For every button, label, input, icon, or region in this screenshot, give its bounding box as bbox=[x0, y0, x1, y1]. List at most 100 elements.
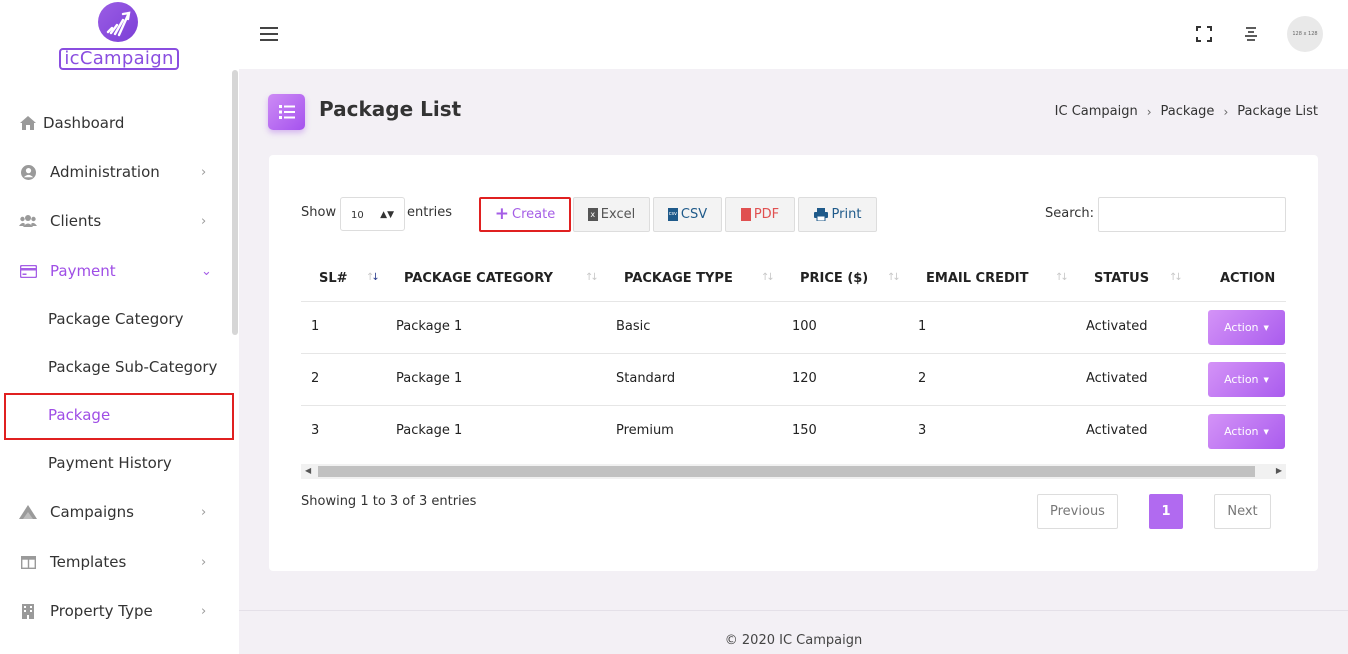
page-1-button[interactable]: 1 bbox=[1149, 494, 1183, 529]
print-button[interactable]: Print bbox=[798, 197, 877, 232]
breadcrumb: IC Campaign › Package › Package List bbox=[1055, 104, 1318, 119]
sidebar-item-label: Payment History bbox=[48, 454, 172, 472]
cell-sl: 2 bbox=[311, 371, 320, 386]
sort-icon[interactable]: ↑↓ bbox=[761, 272, 775, 283]
excel-button[interactable]: x Excel bbox=[573, 197, 650, 232]
cell-price: 150 bbox=[792, 423, 817, 438]
row-divider bbox=[301, 353, 1286, 354]
cell-sl: 1 bbox=[311, 319, 320, 334]
sidebar-item-administration[interactable]: Administration › bbox=[0, 152, 232, 192]
action-dropdown-button[interactable]: Action ▼ bbox=[1208, 362, 1285, 397]
logo-graph-icon bbox=[98, 2, 138, 42]
sidebar-item-property-type[interactable]: Property Type › bbox=[0, 591, 232, 631]
sidebar-item-package-sub-category[interactable]: Package Sub-Category bbox=[0, 347, 232, 387]
caret-down-icon: ▼ bbox=[1263, 375, 1269, 384]
breadcrumb-current: Package List bbox=[1237, 104, 1318, 119]
action-dropdown-button[interactable]: Action ▼ bbox=[1208, 414, 1285, 449]
sidebar-item-label: Clients bbox=[50, 212, 102, 230]
sidebar-item-payment[interactable]: Payment ⌄ bbox=[0, 251, 232, 291]
sidebar: icCampaign Dashboard Administration › Cl… bbox=[0, 0, 239, 654]
cell-price: 100 bbox=[792, 319, 817, 334]
sidebar-item-package-category[interactable]: Package Category bbox=[0, 299, 232, 339]
sort-icon[interactable]: ↑↓ bbox=[585, 272, 599, 283]
breadcrumb-home-link[interactable]: IC Campaign bbox=[1055, 104, 1138, 119]
chevron-right-icon: › bbox=[201, 603, 207, 619]
cell-price: 120 bbox=[792, 371, 817, 386]
column-header-status[interactable]: STATUS bbox=[1094, 271, 1149, 286]
cell-category: Package 1 bbox=[396, 423, 463, 438]
column-header-sl[interactable]: SL# bbox=[319, 271, 348, 286]
scrollbar-thumb[interactable] bbox=[318, 466, 1255, 477]
entries-select[interactable]: 10 ▲▼ bbox=[340, 197, 405, 231]
chevron-right-icon: › bbox=[201, 164, 207, 180]
chevron-right-icon: › bbox=[201, 504, 207, 520]
search-input[interactable] bbox=[1098, 197, 1286, 232]
sidebar-item-label: Property Type bbox=[50, 602, 153, 620]
create-button[interactable]: + Create bbox=[479, 197, 571, 232]
home-icon bbox=[19, 114, 37, 132]
next-page-button[interactable]: Next bbox=[1214, 494, 1271, 529]
select-arrows-icon: ▲▼ bbox=[380, 210, 394, 220]
header-divider bbox=[301, 301, 1286, 302]
caret-down-icon: ▼ bbox=[1263, 323, 1269, 332]
sidebar-item-label: Payment bbox=[50, 262, 116, 280]
sidebar-item-campaigns[interactable]: Campaigns › bbox=[0, 492, 232, 532]
sidebar-item-label: Package Sub-Category bbox=[48, 358, 218, 376]
plus-icon: + bbox=[494, 204, 510, 224]
sidebar-item-dashboard[interactable]: Dashboard bbox=[0, 103, 232, 143]
column-header-package-category[interactable]: PACKAGE CATEGORY bbox=[404, 271, 553, 286]
sort-icon[interactable]: ↑↓ bbox=[1055, 272, 1069, 283]
cell-status: Activated bbox=[1086, 319, 1148, 334]
table-horizontal-scrollbar[interactable]: ◀ ▶ bbox=[301, 464, 1286, 479]
top-header: 128 x 128 bbox=[239, 0, 1348, 69]
action-label: Action bbox=[1224, 373, 1259, 386]
user-avatar[interactable]: 128 x 128 bbox=[1287, 16, 1323, 52]
align-center-icon[interactable] bbox=[1243, 26, 1259, 42]
cell-status: Activated bbox=[1086, 371, 1148, 386]
column-header-action: ACTION bbox=[1220, 271, 1276, 286]
search-label: Search: bbox=[1045, 206, 1095, 221]
table-info: Showing 1 to 3 of 3 entries bbox=[301, 494, 477, 509]
breadcrumb-package-link[interactable]: Package bbox=[1161, 104, 1215, 119]
fullscreen-icon[interactable] bbox=[1196, 26, 1212, 42]
column-header-price[interactable]: PRICE ($) bbox=[800, 271, 868, 286]
mountain-icon bbox=[19, 503, 37, 521]
chevron-right-icon: › bbox=[201, 554, 207, 570]
file-excel-icon: x bbox=[587, 208, 598, 221]
building-icon bbox=[19, 602, 37, 620]
previous-page-button[interactable]: Previous bbox=[1037, 494, 1118, 529]
chevron-right-icon: › bbox=[201, 213, 207, 229]
scroll-right-icon[interactable]: ▶ bbox=[1276, 466, 1282, 475]
sort-icon[interactable]: ↑↓ bbox=[1169, 272, 1183, 283]
chevron-right-icon: › bbox=[1146, 104, 1152, 119]
sidebar-item-clients[interactable]: Clients › bbox=[0, 201, 232, 241]
chevron-right-icon: › bbox=[1223, 104, 1229, 119]
pdf-button[interactable]: PDF bbox=[725, 197, 795, 232]
action-dropdown-button[interactable]: Action ▼ bbox=[1208, 310, 1285, 345]
package-list-card: Show 10 ▲▼ entries + Create x Excel csv … bbox=[269, 155, 1318, 571]
sidebar-item-label: Templates bbox=[50, 553, 127, 571]
file-csv-icon: csv bbox=[667, 208, 678, 221]
row-divider bbox=[301, 405, 1286, 406]
sidebar-item-payment-history[interactable]: Payment History bbox=[0, 443, 232, 483]
column-header-email-credit[interactable]: EMAIL CREDIT bbox=[926, 271, 1028, 286]
credit-card-icon bbox=[19, 262, 37, 280]
users-icon bbox=[19, 212, 37, 230]
sidebar-item-label: Campaigns bbox=[50, 503, 135, 521]
sidebar-item-label: Dashboard bbox=[43, 114, 125, 132]
csv-button[interactable]: csv CSV bbox=[653, 197, 722, 232]
column-header-package-type[interactable]: PACKAGE TYPE bbox=[624, 271, 733, 286]
sort-icon[interactable]: ↑↓ bbox=[887, 272, 901, 283]
columns-icon bbox=[19, 553, 37, 571]
brand-logo[interactable]: icCampaign bbox=[58, 2, 180, 70]
scroll-left-icon[interactable]: ◀ bbox=[305, 466, 311, 475]
sidebar-item-templates[interactable]: Templates › bbox=[0, 542, 232, 582]
footer-text: © 2020 IC Campaign bbox=[724, 633, 863, 648]
page-title: Package List bbox=[319, 97, 462, 121]
pdf-button-label: PDF bbox=[753, 207, 780, 222]
action-label: Action bbox=[1224, 321, 1259, 334]
sort-desc-icon[interactable]: ↑↓ bbox=[366, 272, 380, 283]
menu-toggle-icon[interactable] bbox=[260, 27, 278, 41]
sidebar-scrollbar[interactable] bbox=[232, 70, 238, 335]
sidebar-item-label: Package Category bbox=[48, 310, 184, 328]
